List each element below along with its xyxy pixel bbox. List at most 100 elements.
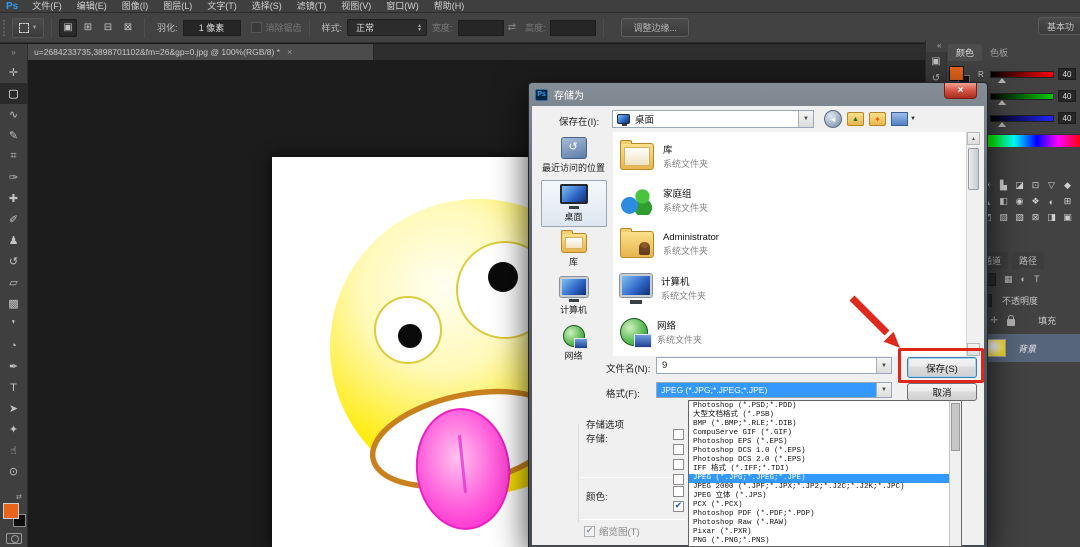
slider-track[interactable] (990, 71, 1054, 78)
format-option[interactable]: Pixar (*.PXR) (689, 528, 949, 537)
format-option[interactable]: 大型文档格式 (*.PSB) (689, 411, 949, 420)
lock-option-icon[interactable]: ✛ (991, 315, 999, 326)
foreground-color-swatch[interactable] (3, 503, 19, 519)
healing-brush-tool[interactable]: ✚ (0, 188, 28, 209)
feather-input[interactable]: 1 像素 (183, 20, 241, 36)
panel-tab[interactable]: 路径 (1012, 252, 1044, 269)
adjustment-icon[interactable]: ▨ (996, 210, 1011, 225)
adjustment-icon[interactable]: ◨ (1044, 210, 1059, 225)
gradient-tool[interactable]: ▩ (0, 293, 28, 314)
width-input[interactable] (458, 20, 504, 36)
adjustment-icon[interactable]: ◐ (1044, 194, 1059, 209)
toolbox-collapse-button[interactable]: » (0, 44, 28, 60)
quick-mask-button[interactable] (6, 533, 22, 544)
save-option-checkbox[interactable] (673, 444, 684, 455)
new-folder-button[interactable]: ✦ (869, 112, 886, 126)
panel-icon[interactable]: ▣ (931, 56, 940, 67)
selection-mode-button[interactable]: ⊠ (119, 19, 137, 37)
pen-tool[interactable]: ✒ (0, 356, 28, 377)
workspace-button[interactable]: 基本功 (1038, 17, 1080, 35)
filename-input[interactable]: 9 ▼ (656, 357, 892, 374)
menu-item[interactable]: 滤镜(T) (297, 0, 327, 12)
format-option[interactable]: IFF 格式 (*.IFF;*.TDI) (689, 465, 949, 474)
layer-filter-icon[interactable]: ▦ (1004, 274, 1013, 285)
dialog-close-button[interactable]: × (944, 83, 977, 99)
blur-tool[interactable]: ❜ (0, 314, 28, 335)
dialog-title-bar[interactable]: Ps 存储为 (532, 83, 984, 106)
panel-collapse-button[interactable]: « (937, 41, 941, 50)
color-slider[interactable]: G 40 (978, 90, 1080, 102)
custom-shape-tool[interactable]: ✦ (0, 419, 28, 440)
Administrator[interactable]: Administrator 系统文件夹 (613, 222, 965, 266)
format-option[interactable]: CompuServe GIF (*.GIF) (689, 429, 949, 438)
menu-item[interactable]: 视图(V) (341, 0, 371, 12)
adjustment-icon[interactable]: ⊠ (1028, 210, 1043, 225)
scrollbar-thumb[interactable] (951, 403, 960, 451)
up-one-level-button[interactable]: ▲ (847, 112, 864, 126)
place-item[interactable]: 网络 (541, 322, 607, 365)
format-option[interactable]: JPEG 2000 (*.JPF;*.JPX;*.JP2;*.J2C;*.J2K… (689, 483, 949, 492)
format-option[interactable]: BMP (*.BMP;*.RLE;*.DIB) (689, 420, 949, 429)
place-item[interactable]: 库 (541, 230, 607, 271)
chevron-down-icon[interactable]: ▼ (798, 111, 813, 127)
place-item[interactable]: 桌面 (541, 180, 607, 227)
dodge-tool[interactable]: ◔ (0, 335, 28, 356)
format-select[interactable]: JPEG (*.JPG;*.JPEG;*.JPE) ▼ (656, 382, 892, 398)
color-slider[interactable]: B 40 (978, 112, 1080, 124)
chevron-down-icon[interactable]: ▼ (876, 383, 891, 397)
place-item[interactable]: 最近访问的位置 (541, 134, 607, 177)
lock-icon[interactable] (1007, 319, 1015, 326)
file-list-scrollbar[interactable]: ▲ ▼ (966, 132, 979, 356)
panel-foreground-swatch[interactable] (949, 66, 964, 81)
format-option[interactable]: Photoshop Raw (*.RAW) (689, 519, 949, 528)
selection-mode-button[interactable]: ⊞ (79, 19, 97, 37)
document-tab[interactable]: u=2684233735,3898701102&fm=26&gp=0.jpg @… (28, 44, 374, 60)
adjustment-icon[interactable]: ⊡ (1028, 178, 1043, 193)
crop-tool[interactable]: ⌗ (0, 146, 28, 167)
move-tool[interactable]: ✛ (0, 62, 28, 83)
hand-tool[interactable]: ☝ (0, 440, 28, 461)
color-option-checkbox[interactable] (673, 486, 684, 497)
家庭组[interactable]: 家庭组 系统文件夹 (613, 178, 965, 222)
menu-item[interactable]: 编辑(E) (77, 0, 107, 12)
format-option[interactable]: JPEG (*.JPG;*.JPEG;*.JPE) (689, 474, 949, 483)
active-tool-preset[interactable]: ▼ (12, 18, 44, 38)
style-select[interactable]: 正常 (347, 19, 427, 36)
layer-filter-icon[interactable]: T (1034, 274, 1040, 285)
rectangular-marquee-tool[interactable]: ▢ (0, 83, 28, 104)
menu-item[interactable]: 帮助(H) (434, 0, 465, 12)
menu-item[interactable]: 窗口(W) (386, 0, 419, 12)
views-menu-button[interactable]: ▼ (891, 112, 916, 126)
format-option[interactable]: PNG (*.PNG;*.PNS) (689, 537, 949, 546)
format-option[interactable]: JPEG 立体 (*.JPS) (689, 492, 949, 501)
clone-stamp-tool[interactable]: ♟ (0, 230, 28, 251)
thumbnail-checkbox[interactable] (584, 526, 595, 537)
save-option-checkbox[interactable] (673, 474, 684, 485)
format-option[interactable]: Photoshop PDF (*.PDF;*.PDP) (689, 510, 949, 519)
antialias-checkbox[interactable] (251, 22, 262, 33)
format-option[interactable]: PCX (*.PCX) (689, 501, 949, 510)
slider-track[interactable] (990, 93, 1054, 100)
save-option-checkbox[interactable] (673, 429, 684, 440)
format-option[interactable]: Photoshop EPS (*.EPS) (689, 438, 949, 447)
chevron-down-icon[interactable]: ▼ (876, 358, 891, 373)
swap-dimensions-icon[interactable]: ⇄ (508, 22, 516, 33)
save-in-select[interactable]: 桌面 ▼ (612, 110, 814, 128)
height-input[interactable] (550, 20, 596, 36)
slider-track[interactable] (990, 115, 1054, 122)
lasso-tool[interactable]: ∿ (0, 104, 28, 125)
panel-tab[interactable]: 色板 (982, 44, 1016, 61)
format-option[interactable]: Photoshop DCS 1.0 (*.EPS) (689, 447, 949, 456)
slider-value[interactable]: 40 (1058, 112, 1076, 124)
quick-selection-tool[interactable]: ✎ (0, 125, 28, 146)
format-option[interactable]: Photoshop DCS 2.0 (*.EPS) (689, 456, 949, 465)
format-option[interactable]: Photoshop (*.PSD;*.PDD) (689, 402, 949, 411)
color-slider[interactable]: R 40 (978, 68, 1080, 80)
adjustment-icon[interactable]: ❖ (1028, 194, 1043, 209)
path-selection-tool[interactable]: ➤ (0, 398, 28, 419)
menu-item[interactable]: 文字(T) (207, 0, 237, 12)
swap-colors-icon[interactable]: ⇄ (16, 493, 22, 501)
type-tool[interactable]: T (0, 377, 28, 398)
layer-filter-icon[interactable]: ◐ (1021, 274, 1026, 285)
scrollbar-thumb[interactable] (968, 148, 979, 190)
